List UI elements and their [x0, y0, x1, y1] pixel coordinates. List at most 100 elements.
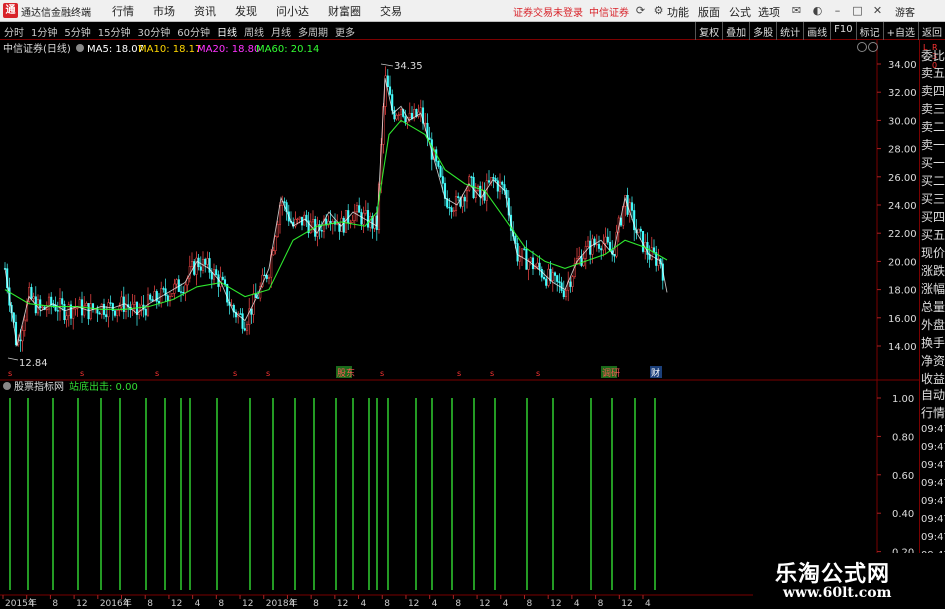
event-dot[interactable]: s: [80, 369, 84, 378]
candle-body: [215, 269, 218, 275]
maximize-icon[interactable]: □: [850, 3, 865, 18]
candle-body: [360, 212, 363, 225]
quote-field-0: 委比: [921, 49, 945, 63]
low-marker: 12.84: [7, 357, 48, 369]
candle-body: [366, 210, 370, 228]
time-tick-label: 12: [550, 599, 561, 609]
candle-body: [30, 287, 33, 299]
multi-stock-button[interactable]: 多股: [749, 22, 776, 40]
quote-field-7: 买二: [921, 174, 945, 188]
tab-60min[interactable]: 60分钟: [177, 24, 210, 39]
event-dot[interactable]: s: [490, 369, 494, 378]
indicator-collapse-icon[interactable]: [3, 382, 11, 390]
tab-daily[interactable]: 日线: [217, 24, 237, 39]
event-dot[interactable]: s: [233, 369, 237, 378]
collapse-icon[interactable]: [76, 44, 84, 52]
add-watchlist-button[interactable]: +自选: [882, 22, 918, 40]
statistics-button[interactable]: 统计: [776, 22, 803, 40]
menu-item-discover[interactable]: 发现: [235, 3, 257, 19]
candle-body: [487, 180, 491, 183]
menu-item-layout[interactable]: 版面: [698, 4, 720, 20]
menu-item-news[interactable]: 资讯: [194, 3, 216, 19]
tab-more[interactable]: 更多: [335, 24, 355, 39]
candle-body: [298, 216, 301, 220]
tab-15min[interactable]: 15分钟: [98, 24, 131, 39]
panel-left-icon[interactable]: [857, 42, 867, 52]
candle-body: [241, 313, 244, 329]
candle-body: [351, 220, 354, 223]
candle-body: [195, 257, 198, 275]
candle-body: [454, 196, 458, 211]
ma60-line: [4, 119, 668, 310]
minimize-icon[interactable]: –: [830, 3, 845, 18]
menu-item-quotes[interactable]: 行情: [112, 3, 134, 19]
restore-rights-button[interactable]: 复权: [695, 22, 722, 40]
menu-item-trade[interactable]: 交易: [380, 3, 402, 19]
quote-field-1: 卖五: [921, 66, 945, 80]
event-dot[interactable]: s: [266, 369, 270, 378]
candle-body: [527, 261, 530, 270]
candle-body: [538, 262, 541, 270]
tab-monthly[interactable]: 月线: [271, 24, 291, 39]
time-tick-label: 12: [479, 599, 490, 609]
quote-field-15: 外盘: [921, 318, 945, 332]
quote-field-9: 买四: [921, 210, 945, 224]
candle-body: [404, 116, 407, 123]
broker-name[interactable]: 中信证券: [589, 4, 629, 19]
tab-1min[interactable]: 1分钟: [31, 24, 57, 39]
quote-field-14: 总量: [921, 300, 945, 314]
tab-multi-period[interactable]: 多周期: [298, 24, 328, 39]
time-tick-label: 8: [147, 599, 153, 609]
menu-item-options[interactable]: 选项: [758, 4, 780, 20]
close-icon[interactable]: ✕: [870, 3, 885, 18]
tab-5min[interactable]: 5分钟: [64, 24, 90, 39]
kline-chart-area[interactable]: 中信证券(日线) MA5: 18.07 MA10: 18.17 MA20: 18…: [0, 40, 919, 609]
high-price-label: 34.35: [394, 61, 423, 72]
mark-button[interactable]: 标记: [855, 22, 883, 40]
time-tick-label: 8: [313, 599, 319, 609]
menu-item-function[interactable]: 功能: [667, 4, 689, 20]
candle-body: [245, 324, 249, 331]
event-dot[interactable]: s: [8, 369, 12, 378]
candle-body: [536, 262, 539, 267]
time-tick-label: 4: [361, 599, 367, 609]
price-tick-label: 24.00: [888, 201, 917, 212]
indicator-tick-label: 0.80: [892, 432, 914, 443]
event-dot[interactable]: s: [380, 369, 384, 378]
overlay-button[interactable]: 叠加: [722, 22, 749, 40]
back-button[interactable]: 返回: [918, 22, 945, 40]
candle-body: [171, 293, 174, 297]
indicator-title: 股票指标网: [14, 380, 64, 393]
candle-body: [437, 161, 440, 167]
chart-canvas[interactable]: 中信证券(日线) MA5: 18.07 MA10: 18.17 MA20: 18…: [0, 40, 919, 609]
login-status[interactable]: 证券交易未登录: [513, 4, 583, 19]
event-dot[interactable]: s: [457, 369, 461, 378]
settings-icon[interactable]: ⚙: [651, 3, 666, 18]
menu-item-wealth[interactable]: 财富圈: [328, 3, 361, 19]
candle-body: [589, 240, 592, 255]
price-tick-label: 22.00: [888, 229, 917, 240]
menu-item-formula[interactable]: 公式: [729, 4, 751, 20]
tab-intraday[interactable]: 分时: [4, 24, 24, 39]
event-dot[interactable]: s: [155, 369, 159, 378]
candle-body: [72, 308, 75, 319]
skin-icon[interactable]: ◐: [810, 3, 825, 18]
watermark-url: www.60lt.com: [783, 585, 892, 601]
candle-body: [52, 304, 55, 306]
guest-label[interactable]: 游客: [895, 4, 915, 19]
panel-right-icon[interactable]: [868, 42, 878, 52]
candle-body: [85, 303, 88, 307]
tab-weekly[interactable]: 周线: [244, 24, 264, 39]
refresh-icon[interactable]: ⟳: [633, 3, 648, 18]
f10-button[interactable]: F10: [830, 22, 855, 40]
tab-30min[interactable]: 30分钟: [137, 24, 170, 39]
menu-item-market[interactable]: 市场: [153, 3, 175, 19]
menu-item-ask[interactable]: 问小达: [276, 3, 309, 19]
draw-line-button[interactable]: 画线: [803, 22, 830, 40]
event-dot[interactable]: s: [536, 369, 540, 378]
candle-body: [606, 236, 609, 243]
quote-field-2: 卖四: [921, 84, 945, 98]
time-tick-label: 8: [455, 599, 461, 609]
message-icon[interactable]: ✉: [789, 3, 804, 18]
quote-field-13: 涨幅: [921, 282, 945, 296]
